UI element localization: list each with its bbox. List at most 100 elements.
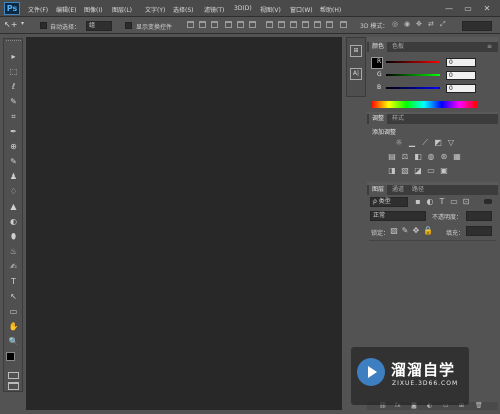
type-tool-icon[interactable]: T (6, 276, 21, 288)
menu-window[interactable]: 窗口(W) (290, 5, 313, 14)
align-right-icon[interactable] (249, 21, 256, 28)
healing-brush-tool-icon[interactable]: ⊕ (6, 141, 21, 153)
toolbar-grip[interactable] (6, 40, 21, 43)
menu-layer[interactable]: 图层(L) (112, 5, 132, 14)
menu-help[interactable]: 帮助(H) (320, 5, 341, 14)
lock-all-icon[interactable]: 🔒 (423, 227, 433, 235)
history-panel-icon[interactable]: ⊞ (350, 45, 362, 57)
zoom-tool-icon[interactable]: 🔍 (6, 336, 21, 348)
delete-layer-icon[interactable]: 🗑 (475, 402, 483, 409)
color-spectrum-bar[interactable] (371, 101, 477, 108)
opacity-field[interactable] (466, 211, 492, 221)
3d-pan-icon[interactable]: ✥ (416, 20, 422, 28)
gradient-tool-icon[interactable]: ◐ (6, 216, 21, 228)
clone-stamp-tool-icon[interactable]: ♟ (6, 171, 21, 183)
tab-styles[interactable]: 样式 (389, 114, 407, 124)
3d-scale-icon[interactable]: ⤢ (440, 20, 446, 29)
tab-paths[interactable]: 路径 (409, 185, 427, 195)
threshold-icon[interactable]: ◪ (414, 167, 422, 175)
auto-align-icon[interactable] (340, 21, 347, 28)
properties-panel-icon[interactable]: A| (350, 68, 362, 80)
path-select-tool-icon[interactable]: ↖ (6, 291, 21, 303)
workspace-dropdown[interactable] (462, 21, 492, 31)
lock-pixels-icon[interactable]: ✎ (401, 227, 409, 235)
panel-menu-icon[interactable]: ≡ (487, 43, 492, 50)
eraser-tool-icon[interactable]: ▲ (6, 201, 21, 213)
foreground-color-swatch[interactable] (6, 352, 15, 361)
auto-select-checkbox[interactable] (40, 22, 47, 29)
align-left-icon[interactable] (225, 21, 232, 28)
marquee-tool-icon[interactable]: ⬚ (6, 66, 21, 78)
distribute-right-icon[interactable] (326, 21, 333, 28)
posterize-icon[interactable]: ▧ (401, 167, 409, 175)
g-slider[interactable] (386, 74, 440, 76)
tool-preset-dropdown-icon[interactable]: ▾ (21, 20, 24, 27)
b-slider[interactable] (386, 87, 440, 89)
minimize-button[interactable]: — (442, 3, 456, 14)
vibrance-icon[interactable]: ▽ (447, 139, 455, 147)
align-vcenter-icon[interactable] (199, 21, 206, 28)
tab-channels[interactable]: 通道 (389, 185, 407, 195)
blend-mode-dropdown[interactable]: 正常 (370, 211, 426, 221)
shape-tool-icon[interactable]: ▭ (6, 306, 21, 318)
r-value-field[interactable]: 0 (446, 58, 476, 67)
crop-tool-icon[interactable]: ⌗ (6, 111, 21, 123)
dodge-tool-icon[interactable]: ♨ (6, 246, 21, 258)
menu-select[interactable]: 选择(S) (173, 5, 194, 14)
3d-rotate-icon[interactable]: ◎ (392, 20, 398, 28)
curves-icon[interactable]: ⟋ (421, 139, 429, 147)
quick-mask-icon[interactable] (8, 372, 19, 379)
3d-roll-icon[interactable]: ◉ (404, 20, 410, 28)
b-value-field[interactable]: 0 (446, 84, 476, 93)
distribute-vcenter-icon[interactable] (278, 21, 285, 28)
pen-tool-icon[interactable]: ✍ (6, 261, 21, 273)
fill-field[interactable] (466, 226, 492, 236)
tab-layers[interactable]: 图层 (369, 185, 388, 195)
hue-saturation-icon[interactable]: ▤ (388, 153, 396, 161)
distribute-left-icon[interactable] (302, 21, 309, 28)
brush-tool-icon[interactable]: ✎ (6, 156, 21, 168)
brightness-contrast-icon[interactable]: ☼ (395, 139, 403, 147)
r-slider[interactable] (386, 61, 440, 63)
quick-select-tool-icon[interactable]: ✎ (6, 96, 21, 108)
move-tool-icon[interactable]: ▸ (6, 51, 21, 63)
black-white-icon[interactable]: ◧ (414, 153, 422, 161)
close-button[interactable]: ✕ (480, 3, 494, 14)
menu-image[interactable]: 图像(I) (84, 5, 102, 14)
align-bottom-icon[interactable] (211, 21, 218, 28)
color-lookup-icon[interactable]: ▦ (453, 153, 461, 161)
filter-shape-icon[interactable]: ▭ (450, 198, 458, 206)
menu-view[interactable]: 视图(V) (260, 5, 281, 14)
filter-smart-object-icon[interactable]: ⊡ (462, 198, 470, 206)
photo-filter-icon[interactable]: ◍ (427, 153, 435, 161)
levels-icon[interactable]: ▁ (408, 139, 416, 147)
selective-color-icon[interactable]: ▣ (440, 167, 448, 175)
distribute-hcenter-icon[interactable] (314, 21, 321, 28)
gradient-map-icon[interactable]: ▭ (427, 167, 435, 175)
show-transform-checkbox[interactable] (125, 22, 132, 29)
filter-pixel-icon[interactable]: ▪ (414, 198, 422, 206)
hand-tool-icon[interactable]: ✋ (6, 321, 21, 333)
blur-tool-icon[interactable]: ⬮ (6, 231, 21, 243)
lasso-tool-icon[interactable]: ℓ (6, 81, 21, 93)
3d-slide-icon[interactable]: ⇄ (428, 20, 434, 28)
eyedropper-tool-icon[interactable]: ✒ (6, 126, 21, 138)
auto-select-dropdown[interactable]: 组 (86, 21, 112, 31)
menu-file[interactable]: 文件(F) (28, 5, 48, 14)
menu-type[interactable]: 文字(Y) (145, 5, 165, 14)
align-top-icon[interactable] (187, 21, 194, 28)
g-value-field[interactable]: 0 (446, 71, 476, 80)
invert-icon[interactable]: ◨ (388, 167, 396, 175)
filter-adjustment-icon[interactable]: ◐ (426, 198, 434, 206)
filter-toggle[interactable] (484, 199, 492, 204)
lock-position-icon[interactable]: ✥ (412, 227, 420, 235)
screen-mode-icon[interactable] (8, 382, 19, 390)
channel-mixer-icon[interactable]: ⊛ (440, 153, 448, 161)
tab-color[interactable]: 颜色 (369, 42, 388, 52)
menu-edit[interactable]: 编辑(E) (56, 5, 76, 14)
filter-type-icon[interactable]: T (438, 198, 446, 206)
tab-adjustments[interactable]: 调整 (369, 114, 388, 124)
layer-filter-dropdown[interactable]: ρ 类型 (370, 197, 408, 207)
distribute-bottom-icon[interactable] (290, 21, 297, 28)
distribute-top-icon[interactable] (266, 21, 273, 28)
